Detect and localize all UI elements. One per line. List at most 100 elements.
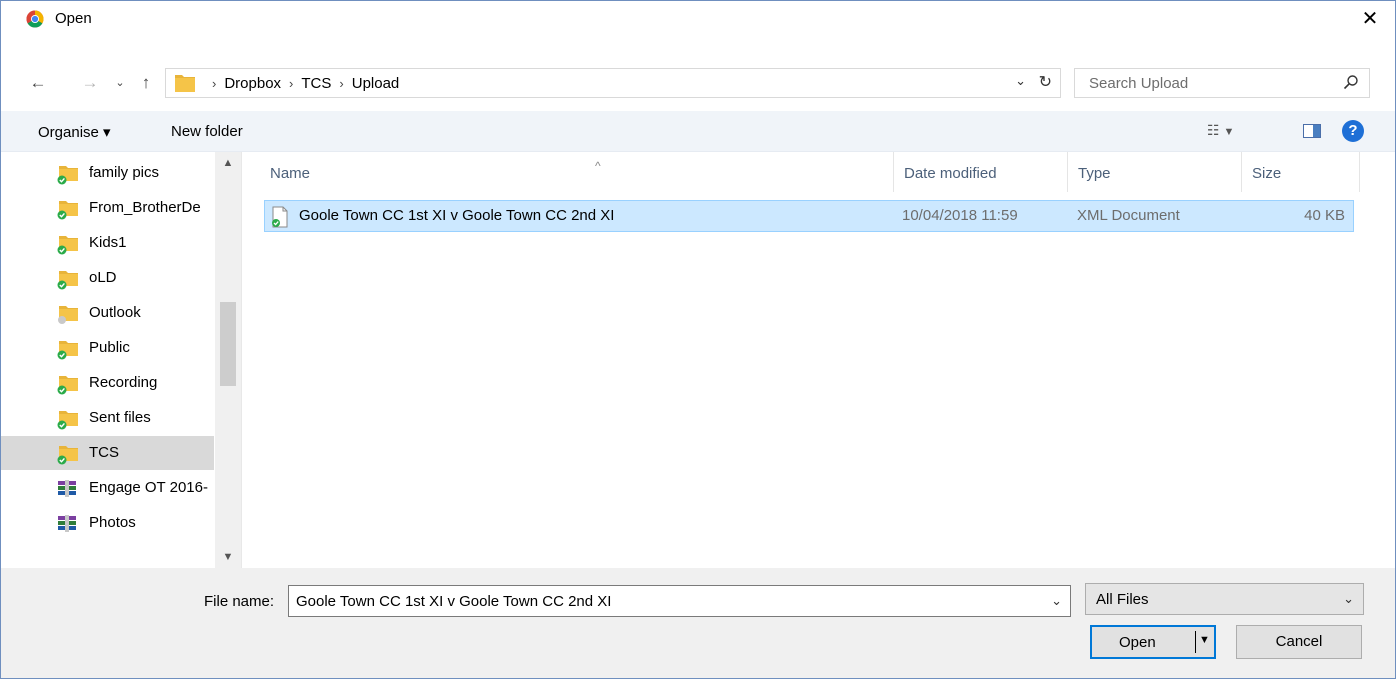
window-title: Open bbox=[55, 10, 92, 27]
table-row[interactable]: Goole Town CC 1st XI v Goole Town CC 2nd… bbox=[264, 200, 1354, 232]
sidebar-item-label: Kids1 bbox=[89, 234, 127, 251]
xml-file-icon bbox=[272, 206, 288, 228]
chrome-icon bbox=[26, 10, 44, 28]
file-list: Name ^ Date modified Type Size Goole Tow… bbox=[242, 152, 1395, 568]
address-dropdown-icon[interactable]: ⌄ bbox=[1015, 73, 1026, 89]
open-button[interactable]: Open ▼ bbox=[1090, 625, 1216, 659]
dialog-footer: File name: Goole Town CC 1st XI v Goole … bbox=[1, 568, 1395, 678]
sidebar-item-label: Recording bbox=[89, 374, 158, 391]
breadcrumb-separator-icon: › bbox=[339, 76, 344, 91]
sidebar-item-recording[interactable]: Recording bbox=[1, 366, 214, 400]
open-options-arrow-icon[interactable]: ▼ bbox=[1199, 634, 1210, 646]
file-name-label: File name: bbox=[204, 593, 275, 610]
scroll-up-icon[interactable]: ▲ bbox=[215, 152, 241, 174]
folder-sync-icon bbox=[57, 446, 78, 465]
title-bar: Open ✕ bbox=[1, 1, 1395, 37]
address-bar[interactable]: › Dropbox › TCS › Upload ⌄ ↻ bbox=[165, 68, 1061, 98]
folder-sync-icon bbox=[57, 411, 78, 430]
open-dialog: Open ✕ ← → ⌄ ↑ › Dropbox › TCS › Upload ⌄ ↻ S… bbox=[0, 0, 1396, 679]
breadcrumb-upload[interactable]: Upload bbox=[352, 75, 400, 92]
column-header-name[interactable]: Name ^ bbox=[260, 152, 894, 192]
sidebar-item-from-brotherde[interactable]: From_BrotherDe bbox=[1, 191, 214, 225]
forward-arrow-icon: → bbox=[81, 73, 99, 92]
search-input[interactable]: Search Upload bbox=[1089, 75, 1188, 92]
sort-ascending-icon: ^ bbox=[595, 159, 601, 173]
sidebar-item-label: oLD bbox=[89, 269, 117, 286]
breadcrumb-dropbox[interactable]: Dropbox bbox=[224, 75, 281, 92]
breadcrumb-separator-icon: › bbox=[212, 76, 217, 91]
archive-icon bbox=[58, 480, 76, 497]
sidebar-item-engage-ot-2016[interactable]: Engage OT 2016- bbox=[1, 471, 214, 505]
sidebar-item-public[interactable]: Public bbox=[1, 331, 214, 365]
sidebar-item-label: From_BrotherDe bbox=[89, 199, 201, 216]
close-icon: ✕ bbox=[1361, 8, 1379, 30]
sidebar-item-label: TCS bbox=[89, 444, 119, 461]
command-bar: Organise ▾ New folder ☷ ▼ ? bbox=[1, 111, 1395, 152]
chevron-down-icon: ▼ bbox=[1223, 126, 1235, 138]
sidebar-item-label: Photos bbox=[89, 514, 136, 531]
refresh-icon[interactable]: ↻ bbox=[1039, 72, 1052, 92]
sidebar-item-label: Sent files bbox=[89, 409, 151, 426]
breadcrumb-separator-icon: › bbox=[289, 76, 294, 91]
back-button[interactable]: ← bbox=[27, 72, 49, 94]
file-date-cell: 10/04/2018 11:59 bbox=[902, 207, 1018, 224]
navigation-pane: family pics From_BrotherDe Kids1 oLD Out… bbox=[1, 152, 242, 568]
column-header-type[interactable]: Type bbox=[1068, 152, 1242, 192]
sidebar-scrollbar[interactable]: ▲ ▼ bbox=[215, 152, 241, 568]
help-icon: ? bbox=[1348, 122, 1358, 139]
folder-sync-icon bbox=[57, 236, 78, 255]
folder-sync-icon bbox=[57, 341, 78, 360]
sidebar-item-tcs[interactable]: TCS bbox=[1, 436, 214, 470]
cancel-button[interactable]: Cancel bbox=[1236, 625, 1362, 659]
close-button[interactable]: ✕ bbox=[1353, 4, 1387, 34]
details-view-icon: ☷ bbox=[1207, 122, 1220, 138]
scrollbar-thumb[interactable] bbox=[220, 302, 236, 386]
chevron-down-icon: ⌄ bbox=[1343, 591, 1354, 606]
breadcrumb-tcs[interactable]: TCS bbox=[301, 75, 331, 92]
breadcrumb: › Dropbox › TCS › Upload bbox=[204, 75, 399, 92]
search-icon bbox=[1343, 75, 1358, 90]
file-type-cell: XML Document bbox=[1077, 207, 1180, 224]
up-button[interactable]: ↑ bbox=[135, 72, 157, 94]
file-name-field[interactable]: Goole Town CC 1st XI v Goole Town CC 2nd… bbox=[288, 585, 1071, 617]
back-arrow-icon: ← bbox=[29, 73, 47, 92]
folder-icon bbox=[58, 306, 78, 324]
file-name-cell: Goole Town CC 1st XI v Goole Town CC 2nd… bbox=[299, 207, 615, 224]
help-button[interactable]: ? bbox=[1342, 120, 1364, 142]
preview-pane-icon[interactable] bbox=[1303, 124, 1321, 138]
recent-locations-button[interactable]: ⌄ bbox=[113, 72, 127, 94]
file-type-value: All Files bbox=[1096, 591, 1149, 608]
sidebar-item-kids1[interactable]: Kids1 bbox=[1, 226, 214, 260]
sidebar-item-sent-files[interactable]: Sent files bbox=[1, 401, 214, 435]
chevron-down-icon: ⌄ bbox=[115, 77, 125, 89]
up-arrow-icon: ↑ bbox=[141, 73, 151, 92]
column-header-date-modified[interactable]: Date modified bbox=[894, 152, 1068, 192]
folder-sync-icon bbox=[57, 166, 78, 185]
sidebar-item-family-pics[interactable]: family pics bbox=[1, 156, 214, 190]
change-view-button[interactable]: ☷ ▼ bbox=[1207, 122, 1234, 139]
folder-sync-icon bbox=[57, 376, 78, 395]
sidebar-item-photos[interactable]: Photos bbox=[1, 506, 214, 540]
search-box[interactable]: Search Upload bbox=[1074, 68, 1370, 98]
file-name-value: Goole Town CC 1st XI v Goole Town CC 2nd… bbox=[296, 593, 612, 610]
archive-icon bbox=[58, 515, 76, 532]
scroll-down-icon[interactable]: ▼ bbox=[215, 546, 241, 568]
sidebar-item-outlook[interactable]: Outlook bbox=[1, 296, 214, 330]
organise-button[interactable]: Organise ▾ bbox=[38, 123, 111, 141]
forward-button[interactable]: → bbox=[79, 72, 101, 94]
file-size-cell: 40 KB bbox=[1304, 207, 1345, 224]
column-header-size[interactable]: Size bbox=[1242, 152, 1360, 192]
chevron-down-icon[interactable]: ⌄ bbox=[1051, 593, 1062, 609]
open-button-label: Open bbox=[1119, 634, 1156, 651]
folder-icon bbox=[175, 75, 195, 92]
new-folder-button[interactable]: New folder bbox=[171, 123, 243, 140]
sidebar-item-old[interactable]: oLD bbox=[1, 261, 214, 295]
file-type-select[interactable]: All Files ⌄ bbox=[1085, 583, 1364, 615]
split-divider bbox=[1195, 631, 1196, 653]
sidebar-item-label: Engage OT 2016- bbox=[89, 479, 208, 496]
sidebar-item-label: Public bbox=[89, 339, 130, 356]
folder-sync-icon bbox=[57, 201, 78, 220]
sidebar-item-label: family pics bbox=[89, 164, 160, 181]
sidebar-item-label: Outlook bbox=[89, 304, 141, 321]
folder-sync-icon bbox=[57, 271, 78, 290]
